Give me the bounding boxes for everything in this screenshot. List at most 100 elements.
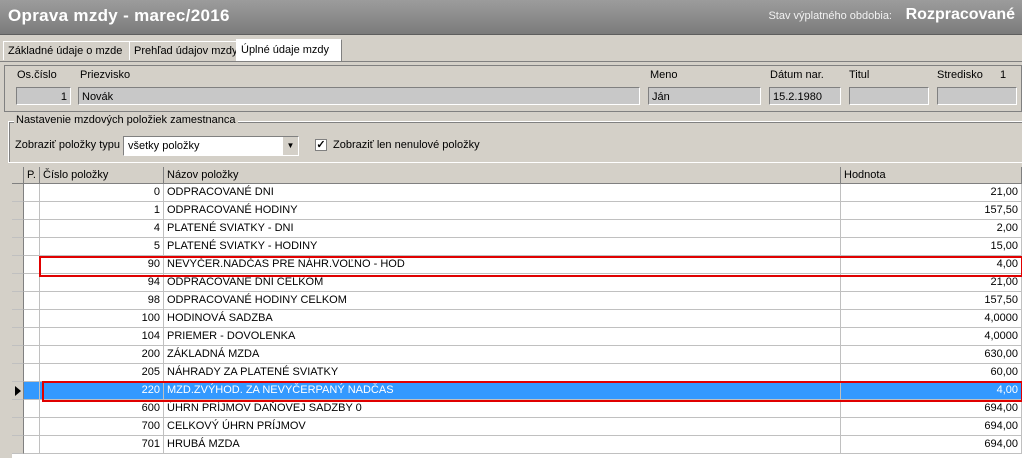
row-indicator[interactable] <box>12 184 24 202</box>
row-indicator[interactable] <box>12 418 24 436</box>
cell-p[interactable] <box>24 436 40 454</box>
table-row[interactable]: 1 ODPRACOVANÉ HODINY 157,50 <box>12 202 1022 220</box>
cell-p[interactable] <box>24 274 40 292</box>
cell-hodnota[interactable]: 60,00 <box>841 364 1022 382</box>
cell-p[interactable] <box>24 202 40 220</box>
cell-hodnota[interactable]: 694,00 <box>841 418 1022 436</box>
cell-cislo[interactable]: 200 <box>40 346 164 364</box>
row-indicator[interactable] <box>12 310 24 328</box>
header-cislo[interactable]: Číslo položky <box>40 167 164 184</box>
table-row[interactable]: 94 ODPRACOVANÉ DNI CELKOM 21,00 <box>12 274 1022 292</box>
table-row[interactable]: 700 CELKOVÝ ÚHRN PRÍJMOV 694,00 <box>12 418 1022 436</box>
header-hodnota[interactable]: Hodnota <box>841 167 1022 184</box>
cell-p[interactable] <box>24 184 40 202</box>
priezvisko-field[interactable]: Novák <box>78 87 640 105</box>
row-indicator[interactable] <box>12 328 24 346</box>
table-row[interactable]: 701 HRUBÁ MZDA 694,00 <box>12 436 1022 454</box>
cell-p[interactable] <box>24 400 40 418</box>
cell-hodnota[interactable]: 157,50 <box>841 292 1022 310</box>
cell-nazov[interactable]: PRIEMER - DOVOLENKA <box>164 328 841 346</box>
cell-p[interactable] <box>24 220 40 238</box>
cell-p[interactable] <box>24 418 40 436</box>
row-indicator[interactable] <box>12 238 24 256</box>
row-indicator[interactable] <box>12 202 24 220</box>
cell-nazov[interactable]: ÚHRN PRÍJMOV DAŇOVEJ SADZBY 0 <box>164 400 841 418</box>
table-row[interactable]: 4 PLATENÉ SVIATKY - DNI 2,00 <box>12 220 1022 238</box>
cell-p[interactable] <box>24 310 40 328</box>
table-row[interactable]: 90 NEVYČER.NADČAS PRE NÁHR.VOĽNO - HOD 4,0… <box>12 256 1022 274</box>
chevron-down-icon[interactable]: ▼ <box>282 137 298 155</box>
row-indicator[interactable] <box>12 346 24 364</box>
tab-prehlad-udajov[interactable]: Prehľad údajov mzdy <box>129 41 244 60</box>
cell-nazov[interactable]: ODPRACOVANÉ HODINY CELKOM <box>164 292 841 310</box>
cell-hodnota[interactable]: 4,0000 <box>841 328 1022 346</box>
cell-cislo[interactable]: 94 <box>40 274 164 292</box>
cell-hodnota[interactable]: 694,00 <box>841 436 1022 454</box>
cell-nazov[interactable]: HODINOVÁ SADZBA <box>164 310 841 328</box>
table-row[interactable]: 5 PLATENÉ SVIATKY - HODINY 15,00 <box>12 238 1022 256</box>
cell-p[interactable] <box>24 364 40 382</box>
nonzero-checkbox[interactable]: ✓ <box>315 139 327 151</box>
cell-nazov[interactable]: CELKOVÝ ÚHRN PRÍJMOV <box>164 418 841 436</box>
header-p[interactable]: P. <box>24 167 40 184</box>
cell-cislo[interactable]: 220 <box>40 382 164 400</box>
cell-hodnota[interactable]: 630,00 <box>841 346 1022 364</box>
cell-nazov[interactable]: ODPRACOVANÉ HODINY <box>164 202 841 220</box>
table-row[interactable]: 98 ODPRACOVANÉ HODINY CELKOM 157,50 <box>12 292 1022 310</box>
cell-cislo[interactable]: 0 <box>40 184 164 202</box>
cell-nazov[interactable]: MZD.ZVÝHOD. ZA NEVYČERPANÝ NADČAS <box>164 382 841 400</box>
cell-nazov[interactable]: PLATENÉ SVIATKY - DNI <box>164 220 841 238</box>
cell-p[interactable] <box>24 256 40 274</box>
table-row[interactable]: 205 NÁHRADY ZA PLATENÉ SVIATKY 60,00 <box>12 364 1022 382</box>
row-indicator[interactable] <box>12 292 24 310</box>
table-row[interactable]: 0 ODPRACOVANÉ DNI 21,00 <box>12 184 1022 202</box>
cell-cislo[interactable]: 1 <box>40 202 164 220</box>
table-row[interactable]: 100 HODINOVÁ SADZBA 4,0000 <box>12 310 1022 328</box>
cell-nazov[interactable]: PLATENÉ SVIATKY - HODINY <box>164 238 841 256</box>
header-nazov[interactable]: Názov položky <box>164 167 841 184</box>
row-indicator[interactable] <box>12 400 24 418</box>
os-cislo-field[interactable]: 1 <box>16 87 71 105</box>
cell-p[interactable] <box>24 346 40 364</box>
row-indicator[interactable] <box>12 436 24 454</box>
cell-nazov[interactable]: HRUBÁ MZDA <box>164 436 841 454</box>
cell-hodnota[interactable]: 4,0000 <box>841 310 1022 328</box>
cell-nazov[interactable]: ODPRACOVANÉ DNI CELKOM <box>164 274 841 292</box>
meno-field[interactable]: Ján <box>648 87 761 105</box>
cell-cislo[interactable]: 205 <box>40 364 164 382</box>
stredisko-field[interactable] <box>937 87 1017 105</box>
filter-select[interactable]: všetky položky ▼ <box>123 136 299 156</box>
row-indicator[interactable] <box>12 274 24 292</box>
table-row[interactable]: 220 MZD.ZVÝHOD. ZA NEVYČERPANÝ NADČAS 4,00 <box>12 382 1022 400</box>
cell-hodnota[interactable]: 4,00 <box>841 382 1022 400</box>
table-row[interactable]: 200 ZÁKLADNÁ MZDA 630,00 <box>12 346 1022 364</box>
cell-cislo[interactable]: 5 <box>40 238 164 256</box>
cell-p[interactable] <box>24 238 40 256</box>
cell-cislo[interactable]: 701 <box>40 436 164 454</box>
cell-p[interactable] <box>24 328 40 346</box>
titul-field[interactable] <box>849 87 929 105</box>
cell-nazov[interactable]: ODPRACOVANÉ DNI <box>164 184 841 202</box>
cell-hodnota[interactable]: 157,50 <box>841 202 1022 220</box>
table-row[interactable]: 104 PRIEMER - DOVOLENKA 4,0000 <box>12 328 1022 346</box>
row-indicator[interactable] <box>12 364 24 382</box>
row-indicator[interactable] <box>12 220 24 238</box>
cell-hodnota[interactable]: 2,00 <box>841 220 1022 238</box>
cell-hodnota[interactable]: 21,00 <box>841 184 1022 202</box>
cell-p[interactable] <box>24 292 40 310</box>
cell-cislo[interactable]: 700 <box>40 418 164 436</box>
cell-hodnota[interactable]: 15,00 <box>841 238 1022 256</box>
cell-nazov[interactable]: NÁHRADY ZA PLATENÉ SVIATKY <box>164 364 841 382</box>
cell-hodnota[interactable]: 4,00 <box>841 256 1022 274</box>
row-indicator[interactable] <box>12 382 24 400</box>
cell-cislo[interactable]: 104 <box>40 328 164 346</box>
cell-cislo[interactable]: 100 <box>40 310 164 328</box>
cell-cislo[interactable]: 90 <box>40 256 164 274</box>
cell-nazov[interactable]: NEVYČER.NADČAS PRE NÁHR.VOĽNO - HOD <box>164 256 841 274</box>
tab-zakladne-udaje[interactable]: Základné údaje o mzde <box>3 41 137 60</box>
datum-nar-field[interactable]: 15.2.1980 <box>769 87 841 105</box>
cell-hodnota[interactable]: 694,00 <box>841 400 1022 418</box>
cell-cislo[interactable]: 600 <box>40 400 164 418</box>
tab-uplne-udaje[interactable]: Úplné údaje mzdy <box>236 39 342 61</box>
cell-hodnota[interactable]: 21,00 <box>841 274 1022 292</box>
